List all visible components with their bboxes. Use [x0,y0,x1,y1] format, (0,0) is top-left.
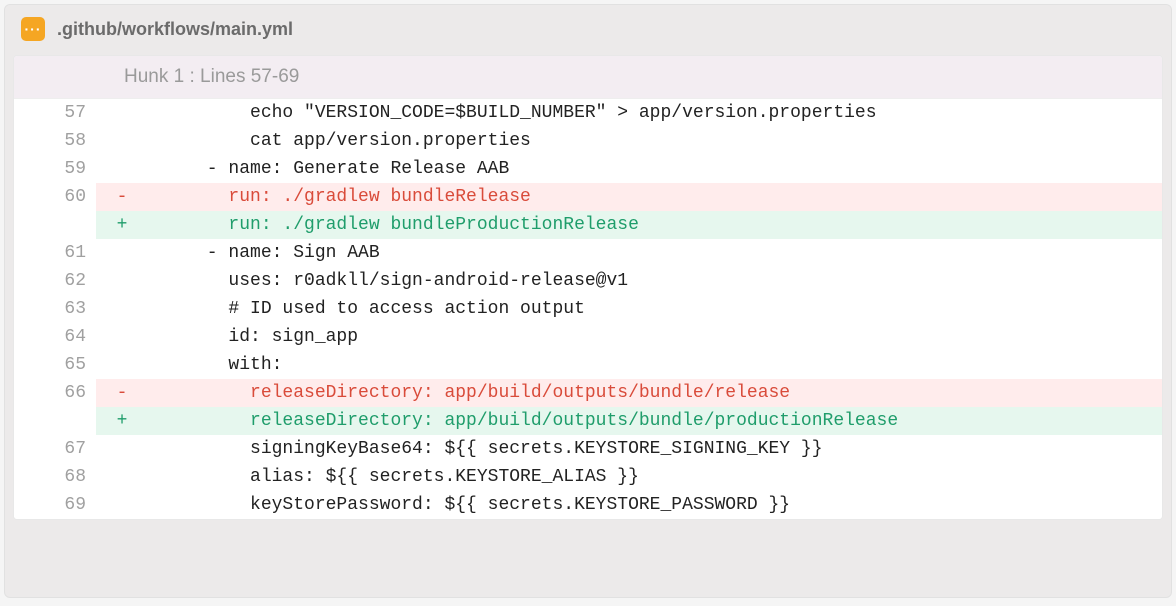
diff-line[interactable]: 65 with: [14,351,1162,379]
diff-marker [102,463,142,491]
diff-line[interactable]: 61 - name: Sign AAB [14,239,1162,267]
diff-marker [102,155,142,183]
file-header[interactable]: ··· .github/workflows/main.yml [5,5,1171,53]
code-content: run: ./gradlew bundleProductionRelease [142,211,1162,239]
line-number: 64 [14,323,96,351]
ellipsis-icon: ··· [25,22,42,36]
line-number: 61 [14,239,96,267]
file-path: .github/workflows/main.yml [57,19,293,40]
line-number: 63 [14,295,96,323]
line-number: 58 [14,127,96,155]
diff-marker: + [102,407,142,435]
code-content: run: ./gradlew bundleRelease [142,183,1162,211]
code-content: uses: r0adkll/sign-android-release@v1 [142,267,1162,295]
diff-panel: ··· .github/workflows/main.yml Hunk 1 : … [4,4,1172,598]
line-number: 57 [14,99,96,127]
code-content: signingKeyBase64: ${{ secrets.KEYSTORE_S… [142,435,1162,463]
diff-marker [102,99,142,127]
file-type-icon: ··· [21,17,45,41]
line-number: 65 [14,351,96,379]
code-content: releaseDirectory: app/build/outputs/bund… [142,379,1162,407]
code-content: # ID used to access action output [142,295,1162,323]
line-number [14,407,96,435]
diff-line[interactable]: 57 echo "VERSION_CODE=$BUILD_NUMBER" > a… [14,99,1162,127]
code-content: with: [142,351,1162,379]
code-content: echo "VERSION_CODE=$BUILD_NUMBER" > app/… [142,99,1162,127]
line-number: 60 [14,183,96,211]
line-number: 68 [14,463,96,491]
diff-line[interactable]: 68 alias: ${{ secrets.KEYSTORE_ALIAS }} [14,463,1162,491]
diff-line[interactable]: 59 - name: Generate Release AAB [14,155,1162,183]
diff-marker [102,435,142,463]
diff-line[interactable]: 62 uses: r0adkll/sign-android-release@v1 [14,267,1162,295]
line-number: 69 [14,491,96,519]
diff-line-removed[interactable]: 66- releaseDirectory: app/build/outputs/… [14,379,1162,407]
diff-marker [102,351,142,379]
diff-marker: - [102,183,142,211]
diff-line-added[interactable]: + run: ./gradlew bundleProductionRelease [14,211,1162,239]
line-number [14,211,96,239]
diff-marker [102,491,142,519]
hunk-label: Hunk 1 : Lines 57-69 [124,66,299,87]
diff-line[interactable]: 63 # ID used to access action output [14,295,1162,323]
diff-marker [102,323,142,351]
diff-line-added[interactable]: + releaseDirectory: app/build/outputs/bu… [14,407,1162,435]
line-number: 67 [14,435,96,463]
diff-marker [102,267,142,295]
line-number: 66 [14,379,96,407]
diff-marker [102,239,142,267]
code-content: keyStorePassword: ${{ secrets.KEYSTORE_P… [142,491,1162,519]
code-content: alias: ${{ secrets.KEYSTORE_ALIAS }} [142,463,1162,491]
code-content: releaseDirectory: app/build/outputs/bund… [142,407,1162,435]
code-content: id: sign_app [142,323,1162,351]
diff-line[interactable]: 64 id: sign_app [14,323,1162,351]
diff-container: Hunk 1 : Lines 57-69 57 echo "VERSION_CO… [13,55,1163,520]
line-number: 59 [14,155,96,183]
diff-line[interactable]: 67 signingKeyBase64: ${{ secrets.KEYSTOR… [14,435,1162,463]
diff-line[interactable]: 69 keyStorePassword: ${{ secrets.KEYSTOR… [14,491,1162,519]
diff-marker: - [102,379,142,407]
line-number: 62 [14,267,96,295]
code-content: cat app/version.properties [142,127,1162,155]
code-lines: 57 echo "VERSION_CODE=$BUILD_NUMBER" > a… [14,99,1162,519]
code-content: - name: Generate Release AAB [142,155,1162,183]
diff-marker: + [102,211,142,239]
diff-line-removed[interactable]: 60- run: ./gradlew bundleRelease [14,183,1162,211]
diff-marker [102,295,142,323]
hunk-header[interactable]: Hunk 1 : Lines 57-69 [14,56,1162,99]
diff-line[interactable]: 58 cat app/version.properties [14,127,1162,155]
diff-marker [102,127,142,155]
code-content: - name: Sign AAB [142,239,1162,267]
